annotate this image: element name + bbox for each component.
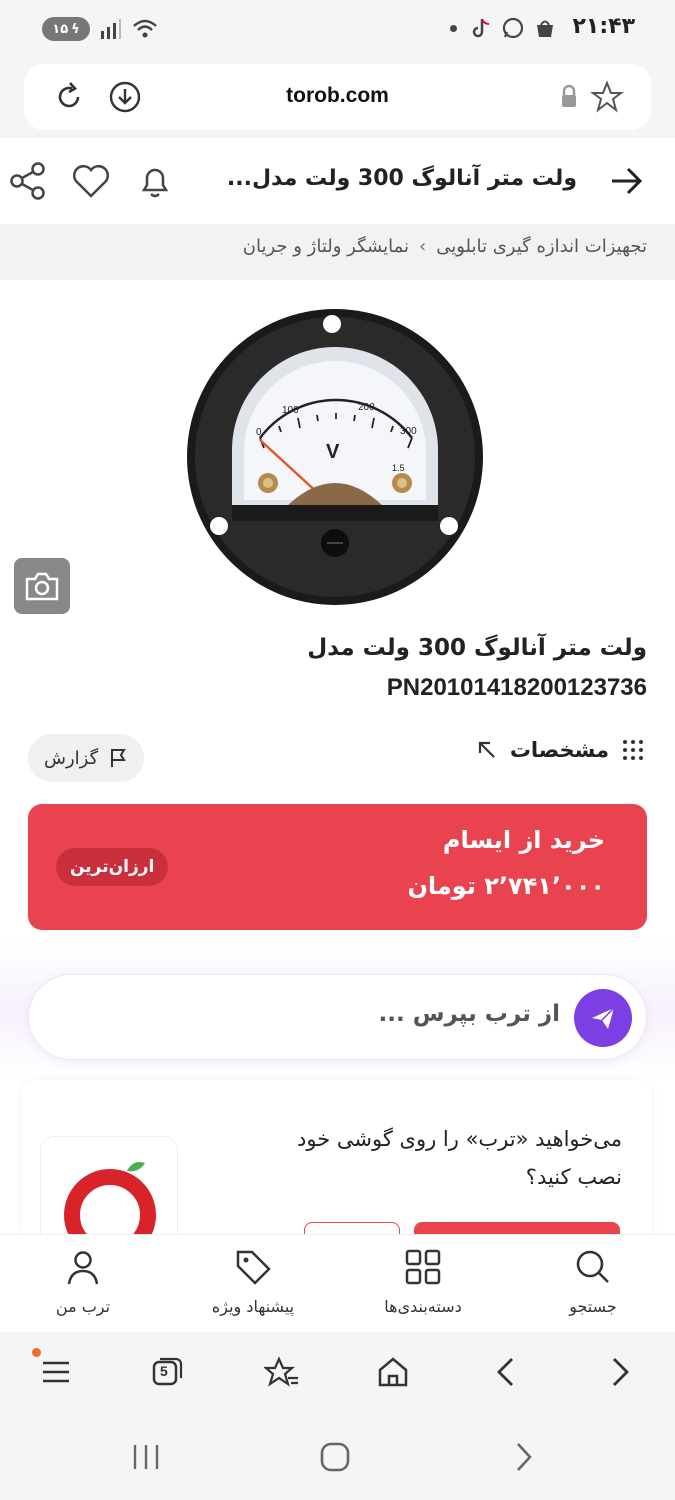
- product-model: PN20101418200123736: [386, 674, 647, 701]
- bottom-nav: جستجو دسته‌بندی‌ها پیشنهاد ویژه ترب من: [0, 1234, 675, 1332]
- arrow-up-left-icon: [478, 741, 495, 758]
- search-icon: [576, 1250, 609, 1283]
- wifi-icon: [133, 19, 157, 38]
- camera-icon: [25, 572, 59, 601]
- battery-level: ۱۵: [52, 21, 69, 37]
- product-title-line1: ولت متر آنالوگ 300 ولت مدل: [307, 635, 647, 661]
- shopping-icon: [537, 20, 553, 37]
- grid-dots-icon: [623, 740, 643, 760]
- forward-nav-icon[interactable]: [606, 1356, 634, 1388]
- browser-toolbar: 5: [0, 1332, 675, 1420]
- install-prompt-line1: می‌خواهید «ترب» را روی گوشی خود: [297, 1127, 622, 1151]
- nav-offers-label: پیشنهاد ویژه: [211, 1297, 295, 1316]
- back-arrow-icon[interactable]: [606, 160, 646, 202]
- notification-icons: [450, 16, 557, 40]
- favorite-heart-icon[interactable]: [70, 160, 112, 202]
- recent-apps-icon[interactable]: [130, 1442, 162, 1472]
- clock: ۲۱:۴۳: [572, 14, 635, 39]
- ask-torob-input[interactable]: از ترب بپرس ...: [28, 974, 647, 1060]
- categories-grid-icon: [405, 1249, 441, 1285]
- ask-placeholder: از ترب بپرس ...: [378, 1001, 560, 1027]
- torob-app-logo: [40, 1136, 178, 1240]
- install-prompt-line2: نصب کنید؟: [525, 1165, 622, 1189]
- accuracy-class: 1.5: [392, 463, 405, 473]
- breadcrumb-separator: ›: [419, 236, 427, 257]
- system-back-icon[interactable]: [510, 1440, 538, 1474]
- scale-label-100: 100: [282, 405, 299, 416]
- torob-logo-icon: [64, 1162, 156, 1240]
- nav-categories-label: دسته‌بندی‌ها: [384, 1297, 462, 1316]
- send-button[interactable]: [574, 989, 632, 1047]
- shop-name: خرید از ایسام: [442, 826, 605, 854]
- status-bar: ۱۵ ϟ ۲۱:۴۳: [0, 0, 675, 58]
- nav-categories[interactable]: دسته‌بندی‌ها: [363, 1247, 483, 1316]
- product-header: ولت متر آنالوگ 300 ولت مدل...: [0, 138, 675, 224]
- page-title: ولت متر آنالوگ 300 ولت مدل...: [226, 166, 577, 191]
- unit-label: V: [326, 441, 340, 463]
- tag-icon: [236, 1250, 271, 1285]
- product-title: ولت متر آنالوگ 300 ولت مدل PN20101418200…: [27, 628, 647, 708]
- back-nav-icon[interactable]: [492, 1356, 520, 1388]
- url-bar[interactable]: torob.com: [24, 64, 651, 130]
- bookmarks-star-icon[interactable]: [264, 1356, 300, 1390]
- notification-dot-icon: [450, 24, 457, 32]
- specs-link[interactable]: مشخصات: [476, 738, 645, 762]
- install-app-card: می‌خواهید «ترب» را روی گوشی خود نصب کنید…: [22, 1080, 652, 1240]
- nav-search[interactable]: جستجو: [533, 1247, 653, 1316]
- image-search-button[interactable]: [14, 558, 70, 614]
- send-icon: [592, 1007, 615, 1029]
- lock-icon: [562, 84, 576, 107]
- product-image[interactable]: 0 100 200 300 V 1.5: [180, 300, 490, 610]
- menu-icon[interactable]: [40, 1356, 72, 1388]
- share-icon[interactable]: [8, 160, 48, 202]
- home-button-icon[interactable]: [318, 1440, 352, 1474]
- nav-search-label: جستجو: [569, 1297, 617, 1316]
- status-left: ۱۵ ϟ: [42, 17, 158, 41]
- breadcrumb: تجهیزات اندازه گیری تابلویی › نمایشگر ولتا…: [0, 224, 675, 280]
- specs-label: مشخصات: [509, 738, 609, 762]
- bookmark-star-icon[interactable]: [590, 80, 624, 114]
- nav-profile[interactable]: ترب من: [23, 1247, 143, 1316]
- user-icon: [67, 1251, 99, 1285]
- whatsapp-icon: [502, 17, 524, 39]
- nav-profile-label: ترب من: [55, 1297, 111, 1316]
- offer-price: ۲٬۷۴۱٬۰۰۰ تومان: [407, 872, 605, 900]
- cheapest-badge: ارزان‌ترین: [56, 848, 169, 886]
- tabs-count: 5: [160, 1363, 168, 1379]
- system-nav-bar: [0, 1420, 675, 1500]
- notification-bell-icon[interactable]: [134, 160, 176, 202]
- buy-offer-card[interactable]: خرید از ایسام ۲٬۷۴۱٬۰۰۰ تومان ارزان‌ترین: [28, 804, 647, 930]
- scale-label-0: 0: [256, 427, 262, 438]
- nav-offers[interactable]: پیشنهاد ویژه: [193, 1247, 313, 1316]
- tiktok-icon: [472, 18, 490, 38]
- breadcrumb-item-equipment[interactable]: تجهیزات اندازه گیری تابلویی: [436, 236, 647, 257]
- battery-indicator: ۱۵ ϟ: [42, 17, 90, 41]
- charging-icon: ϟ: [71, 21, 80, 37]
- browser-url-area: torob.com: [0, 58, 675, 138]
- report-button[interactable]: گزارش: [28, 734, 145, 782]
- install-prompt: می‌خواهید «ترب» را روی گوشی خود نصب کنید…: [222, 1120, 622, 1196]
- signal-icon: [101, 19, 121, 39]
- report-label: گزارش: [44, 747, 99, 769]
- scale-label-200: 200: [358, 402, 375, 413]
- breadcrumb-item-display[interactable]: نمایشگر ولتاژ و جریان: [243, 236, 409, 257]
- scale-label-300: 300: [400, 426, 417, 437]
- home-icon[interactable]: [376, 1356, 410, 1388]
- flag-icon: [111, 749, 126, 767]
